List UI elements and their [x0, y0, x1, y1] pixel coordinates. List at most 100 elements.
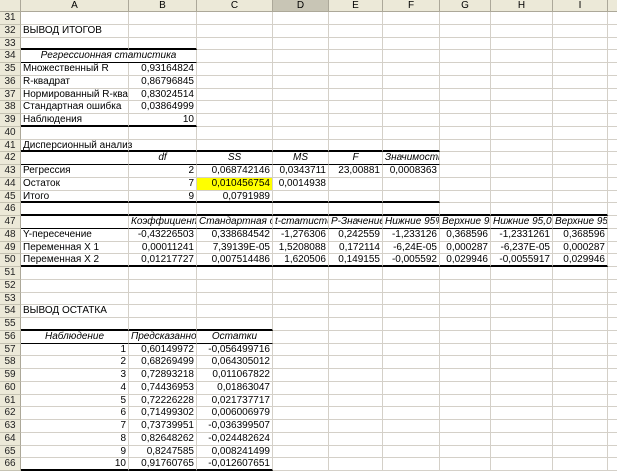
row-header[interactable]: 55 — [0, 318, 21, 331]
cell-a37[interactable]: Нормированный R-квадрат — [21, 88, 129, 102]
cell-h63[interactable] — [491, 420, 553, 433]
cell-i41[interactable] — [553, 139, 608, 153]
cell-d42[interactable]: MS — [273, 152, 329, 165]
select-all-corner[interactable] — [0, 0, 21, 12]
cell-c37[interactable] — [197, 88, 273, 102]
cell-h41[interactable] — [491, 139, 553, 153]
cell-c57[interactable]: -0,056499716 — [197, 343, 273, 357]
cell-c54[interactable] — [197, 305, 273, 318]
cell-e60[interactable] — [329, 381, 383, 395]
cell-h62[interactable] — [491, 407, 553, 420]
cell-f66[interactable] — [383, 458, 440, 471]
cell-b44[interactable]: 7 — [129, 177, 197, 191]
cell-f61[interactable] — [383, 394, 440, 408]
cell-h33[interactable] — [491, 37, 553, 51]
cell-g56[interactable] — [440, 330, 491, 344]
cell-i66[interactable] — [553, 458, 608, 471]
cell-e45[interactable] — [329, 190, 383, 204]
cell-f59[interactable] — [383, 369, 440, 382]
cell-f57[interactable] — [383, 343, 440, 357]
cell-b58[interactable]: 0,68269499 — [129, 356, 197, 369]
cell-a52[interactable] — [21, 279, 129, 293]
cell-g46[interactable] — [440, 203, 491, 216]
cell-j53[interactable] — [608, 293, 617, 306]
cell-i53[interactable] — [553, 292, 608, 306]
cell-b38[interactable]: 0,03864999 — [129, 101, 197, 114]
cell-h36[interactable] — [491, 75, 553, 89]
cell-a61[interactable]: 5 — [21, 394, 129, 408]
cell-d64[interactable] — [273, 432, 329, 446]
cell-d36[interactable] — [273, 75, 329, 89]
cell-i45[interactable] — [553, 190, 608, 204]
cell-a53[interactable] — [21, 292, 129, 306]
cell-h49[interactable]: -6,237E-05 — [491, 241, 553, 255]
cell-f63[interactable] — [383, 420, 440, 433]
cell-e33[interactable] — [329, 37, 383, 51]
cell-d43[interactable]: 0,0343711 — [273, 165, 329, 178]
cell-e53[interactable] — [329, 292, 383, 306]
column-header-c[interactable]: C — [197, 0, 273, 12]
cell-j64[interactable] — [608, 433, 617, 446]
cell-c32[interactable] — [197, 24, 273, 38]
cell-c41[interactable] — [197, 139, 273, 153]
cell-a58[interactable]: 2 — [21, 356, 129, 369]
cell-i39[interactable] — [553, 114, 608, 127]
column-header-i[interactable]: I — [553, 0, 608, 12]
cell-i55[interactable] — [553, 318, 608, 331]
cell-d45[interactable] — [273, 190, 329, 204]
cell-i61[interactable] — [553, 394, 608, 408]
cell-g31[interactable] — [440, 12, 491, 25]
cell-c43[interactable]: 0,068742146 — [197, 165, 273, 178]
cell-a31[interactable] — [21, 12, 129, 25]
cell-g33[interactable] — [440, 37, 491, 51]
cell-d57[interactable] — [273, 343, 329, 357]
cell-d39[interactable] — [273, 114, 329, 127]
cell-i50[interactable]: 0,029946 — [553, 254, 608, 267]
cell-a41[interactable]: Дисперсионный анализ — [21, 139, 132, 153]
cell-g50[interactable]: 0,029946 — [440, 254, 491, 267]
cell-g40[interactable] — [440, 126, 491, 140]
cell-e51[interactable] — [329, 267, 383, 280]
column-header-b[interactable]: B — [129, 0, 197, 12]
cell-a42[interactable] — [21, 152, 129, 165]
cell-f33[interactable] — [383, 37, 440, 51]
cell-j57[interactable] — [608, 344, 617, 357]
cell-a40[interactable] — [21, 126, 129, 140]
cell-a35[interactable]: Множественный R — [21, 63, 129, 76]
cell-b54[interactable] — [129, 305, 197, 318]
cell-i40[interactable] — [553, 126, 608, 140]
cell-a33[interactable] — [21, 37, 129, 51]
row-header[interactable]: 59 — [0, 369, 21, 382]
cell-d34[interactable] — [273, 50, 329, 63]
cell-j47[interactable] — [608, 216, 617, 229]
cell-f41[interactable] — [383, 139, 440, 153]
row-header[interactable]: 54 — [0, 305, 21, 318]
cell-b32[interactable] — [129, 24, 197, 38]
cell-d40[interactable] — [273, 126, 329, 140]
cell-b40[interactable] — [129, 126, 197, 140]
cell-i56[interactable] — [553, 330, 608, 344]
cell-j66[interactable] — [608, 458, 617, 471]
cell-b48[interactable]: -0,43226503 — [129, 228, 197, 242]
cell-i42[interactable] — [553, 152, 608, 165]
cell-c33[interactable] — [197, 37, 273, 51]
cell-c62[interactable]: 0,006006979 — [197, 407, 273, 420]
cell-d35[interactable] — [273, 63, 329, 76]
cell-a63[interactable]: 7 — [21, 420, 129, 433]
cell-f44[interactable] — [383, 177, 440, 191]
cell-b39[interactable]: 10 — [129, 114, 197, 127]
cell-i32[interactable] — [553, 24, 608, 38]
cell-a66[interactable]: 10 — [21, 458, 129, 471]
cell-g36[interactable] — [440, 75, 491, 89]
cell-j32[interactable] — [608, 25, 617, 38]
cell-b51[interactable] — [129, 267, 197, 280]
cell-f46[interactable] — [383, 203, 440, 216]
cell-a38[interactable]: Стандартная ошибка — [21, 101, 129, 114]
cell-g45[interactable] — [440, 190, 491, 204]
cell-a50[interactable]: Переменная X 2 — [21, 254, 129, 267]
cell-j40[interactable] — [608, 127, 617, 140]
cell-i62[interactable] — [553, 407, 608, 420]
cell-h58[interactable] — [491, 356, 553, 369]
cell-c63[interactable]: -0,036399507 — [197, 420, 273, 433]
cell-h59[interactable] — [491, 369, 553, 382]
